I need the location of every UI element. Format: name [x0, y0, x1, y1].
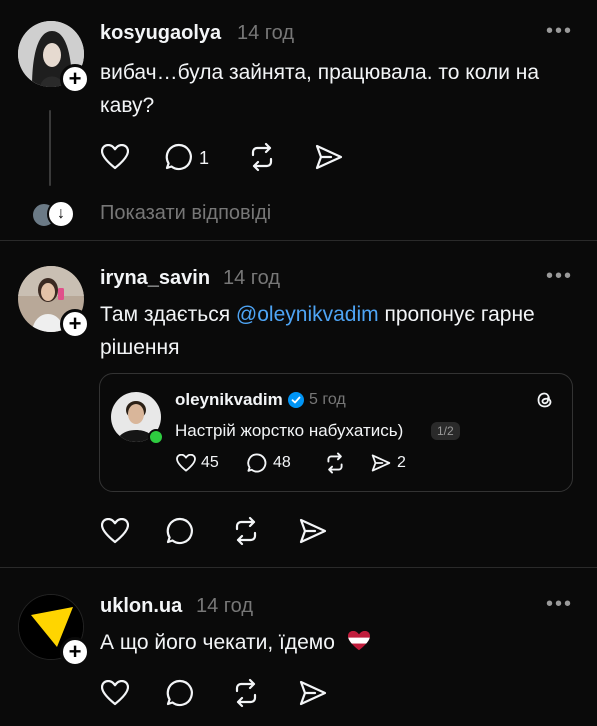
online-status-dot — [148, 429, 164, 445]
follow-plus-button[interactable]: + — [60, 64, 90, 94]
comment-count: 48 — [273, 454, 291, 471]
comment-icon[interactable] — [165, 143, 193, 171]
thread-line — [49, 110, 51, 186]
comment-icon[interactable] — [247, 453, 267, 473]
like-icon[interactable] — [176, 454, 196, 472]
more-options-button[interactable]: ••• — [546, 265, 573, 288]
comment-icon[interactable] — [166, 517, 194, 545]
reply-avatars[interactable]: ↓ — [31, 200, 75, 228]
share-icon[interactable] — [371, 454, 391, 472]
post-time: 14 год — [196, 595, 254, 617]
post-username[interactable]: kosyugaolya — [100, 22, 221, 45]
share-count: 2 — [397, 454, 406, 471]
share-icon[interactable] — [299, 680, 327, 706]
post-time: 14 год — [237, 22, 295, 44]
more-options-button[interactable]: ••• — [546, 20, 573, 43]
post-time: 14 год — [223, 267, 281, 289]
post-text: А що його чекати, їдемо — [100, 626, 540, 659]
post-username[interactable]: iryna_savin — [100, 267, 210, 290]
page-indicator: 1/2 — [431, 422, 460, 440]
post-text-part: Там здається — [100, 303, 236, 326]
mention-link[interactable]: @oleynikvadim — [236, 303, 379, 326]
divider — [0, 240, 597, 241]
threads-logo-icon[interactable] — [535, 390, 555, 410]
quoted-text: Настрій жорстко набухатись) — [175, 421, 404, 440]
post-text-part: А що його чекати, їдемо — [100, 631, 335, 654]
follow-plus-button[interactable]: + — [60, 309, 90, 339]
reply-count: 1 — [199, 148, 210, 168]
more-options-button[interactable]: ••• — [546, 593, 573, 616]
post-text: Там здається @oleynikvadim пропонує гарн… — [100, 298, 540, 364]
like-icon[interactable] — [101, 518, 129, 544]
quoted-username[interactable]: oleynikvadim — [175, 390, 283, 410]
verified-badge-icon — [288, 392, 304, 408]
heart-emoji-icon — [347, 630, 370, 651]
like-count: 45 — [201, 454, 219, 471]
expand-replies-icon: ↓ — [47, 200, 75, 228]
share-icon[interactable] — [299, 518, 327, 544]
follow-plus-button[interactable]: + — [60, 637, 90, 667]
divider — [0, 567, 597, 568]
post-username[interactable]: uklon.ua — [100, 595, 182, 618]
repost-icon[interactable] — [231, 678, 261, 708]
share-icon[interactable] — [315, 144, 343, 170]
repost-icon[interactable] — [324, 452, 346, 474]
like-icon[interactable] — [101, 680, 129, 706]
post-text: вибач…була зайнята, працювала. то коли н… — [100, 61, 540, 117]
quoted-post-card[interactable]: oleynikvadim 5 год Настрій жорстко набух… — [99, 373, 573, 492]
comment-icon[interactable] — [166, 679, 194, 707]
like-icon[interactable] — [101, 144, 129, 170]
repost-icon[interactable] — [247, 142, 277, 172]
repost-icon[interactable] — [231, 516, 261, 546]
quoted-time: 5 год — [309, 391, 346, 408]
show-replies-link[interactable]: Показати відповіді — [100, 202, 271, 225]
